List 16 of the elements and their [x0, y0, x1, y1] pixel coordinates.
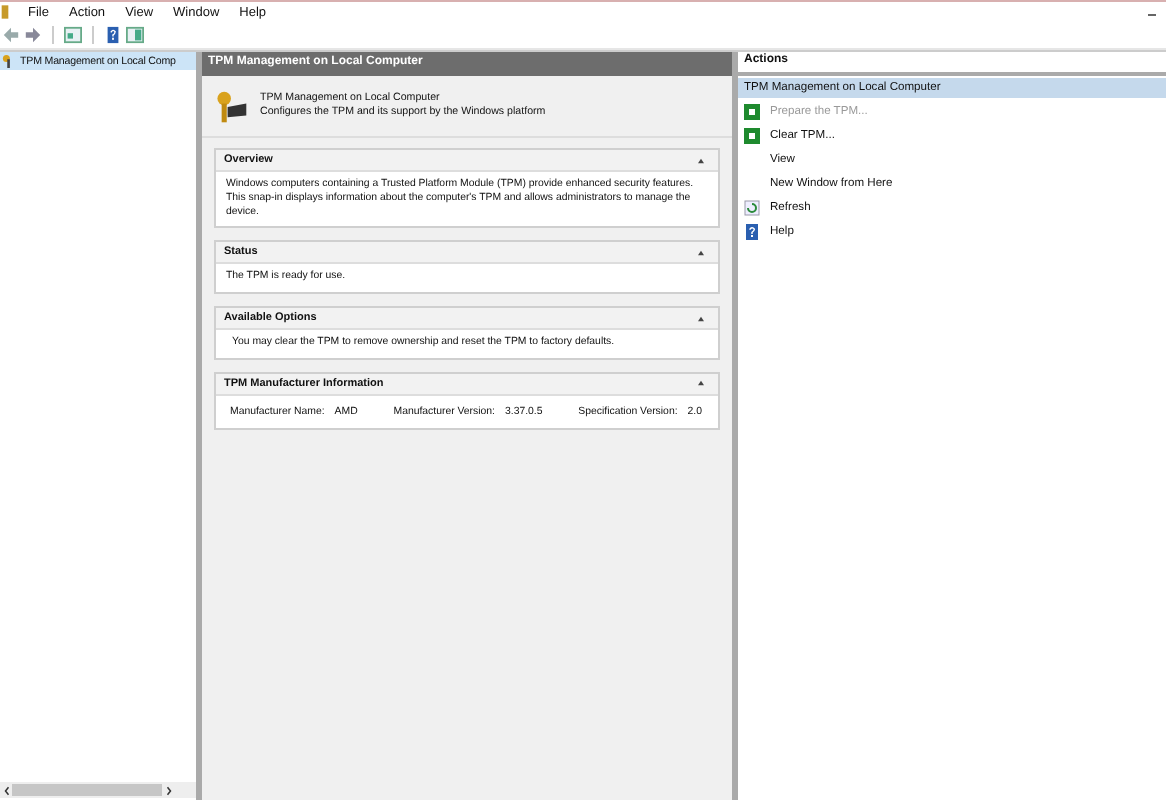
help-icon [744, 224, 760, 240]
refresh-icon [744, 200, 760, 216]
key-icon [2, 54, 16, 68]
forward-arrow-icon[interactable] [24, 26, 42, 44]
key-chip-icon [214, 89, 248, 123]
scroll-left-icon[interactable] [0, 783, 12, 797]
horizontal-scrollbar[interactable] [0, 782, 196, 798]
help-icon[interactable] [104, 26, 122, 44]
console-tree-icon[interactable] [64, 26, 82, 44]
app-icon [0, 4, 10, 20]
action-pane-icon[interactable] [126, 26, 144, 44]
collapse-icon[interactable] [698, 315, 704, 321]
collapse-icon[interactable] [698, 157, 704, 163]
collapse-icon[interactable] [698, 380, 704, 387]
scroll-right-icon[interactable] [162, 783, 174, 797]
collapse-icon[interactable] [698, 249, 704, 256]
